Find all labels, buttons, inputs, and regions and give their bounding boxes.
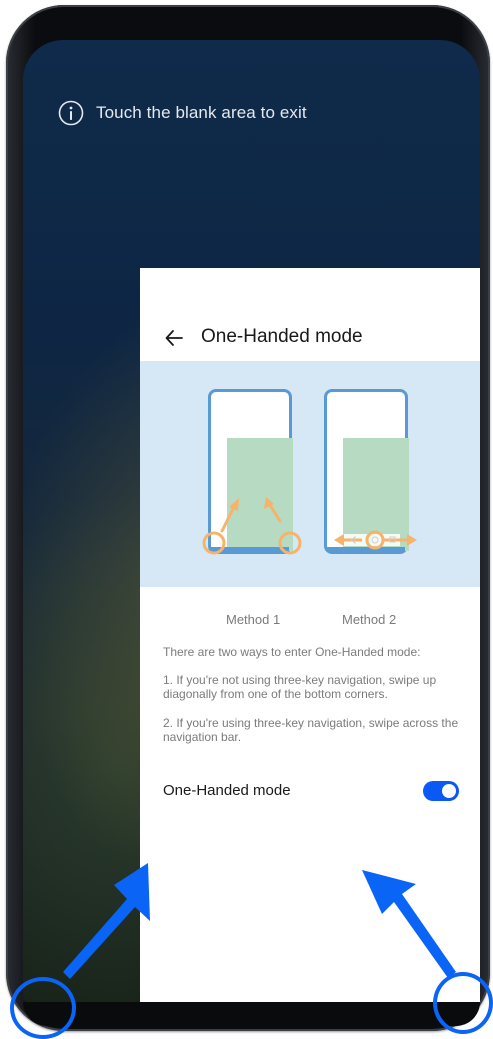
bottom-right-corner-highlight	[433, 972, 493, 1034]
method-1-illustration	[202, 389, 302, 555]
info-icon	[58, 100, 84, 126]
method-2-illustration	[324, 389, 417, 554]
exit-hint[interactable]: Touch the blank area to exit	[58, 99, 307, 127]
page-header: One-Handed mode	[140, 320, 480, 356]
horizontal-swipe-gesture-icon	[334, 530, 417, 550]
page-title: One-Handed mode	[201, 326, 363, 347]
method-2-label: Method 2	[342, 612, 397, 627]
description-method-1: 1. If you're not using three-key navigat…	[163, 673, 437, 701]
description-method-2: 2. If you're using three-key navigation,…	[163, 716, 459, 744]
toggle-knob	[442, 784, 456, 798]
toggle-label: One-Handed mode	[163, 782, 291, 799]
one-handed-mode-toggle[interactable]	[423, 781, 459, 801]
one-handed-mode-setting: One-Handed mode	[163, 780, 459, 804]
arrow-up-right-icon	[63, 863, 150, 979]
method-illustrations	[140, 361, 480, 587]
description-intro: There are two ways to enter One-Handed m…	[163, 645, 421, 659]
exit-hint-text: Touch the blank area to exit	[96, 103, 307, 122]
method-1-label: Method 1	[226, 612, 281, 627]
back-arrow-icon[interactable]	[164, 328, 184, 348]
diagonal-swipe-gesture-icon	[202, 497, 302, 555]
bottom-left-corner-highlight	[10, 977, 76, 1039]
phone-bottom-bezel	[23, 1002, 480, 1026]
